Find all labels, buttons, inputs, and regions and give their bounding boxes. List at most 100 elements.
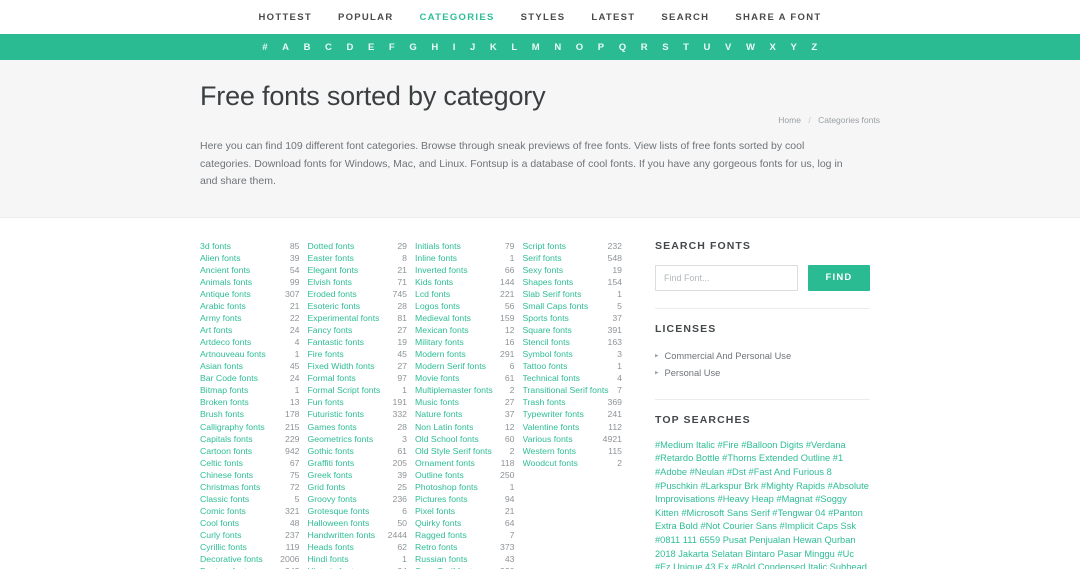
category-link[interactable]: Arabic fonts [200,300,246,312]
alpha-link-x[interactable]: X [763,42,784,53]
alpha-link-e[interactable]: E [361,42,382,53]
category-link[interactable]: Handwritten fonts [308,529,376,541]
category-link[interactable]: Destroy fonts [200,565,251,569]
nav-item-latest[interactable]: LATEST [578,12,648,23]
category-link[interactable]: Shapes fonts [523,276,574,288]
category-link[interactable]: Alien fonts [200,252,241,264]
category-link[interactable]: Old Style Serif fonts [415,445,492,457]
category-link[interactable]: Western fonts [523,445,576,457]
nav-item-share-a-font[interactable]: SHARE A FONT [722,12,834,23]
category-link[interactable]: Dotted fonts [308,240,355,252]
nav-item-popular[interactable]: POPULAR [325,12,407,23]
category-link[interactable]: Bar Code fonts [200,372,258,384]
nav-item-styles[interactable]: STYLES [508,12,579,23]
category-link[interactable]: Easter fonts [308,252,354,264]
category-link[interactable]: Serif fonts [523,252,562,264]
alpha-link-v[interactable]: V [718,42,739,53]
category-link[interactable]: Kids fonts [415,276,453,288]
category-link[interactable]: Fun fonts [308,396,344,408]
category-link[interactable]: Christmas fonts [200,481,260,493]
category-link[interactable]: Initials fonts [415,240,461,252]
alpha-link-hash[interactable]: # [255,42,275,53]
category-link[interactable]: Inline fonts [415,252,457,264]
category-link[interactable]: Woodcut fonts [523,457,578,469]
category-link[interactable]: Music fonts [415,396,459,408]
alpha-link-g[interactable]: G [402,42,424,53]
category-link[interactable]: Old School fonts [415,433,479,445]
category-link[interactable]: Elvish fonts [308,276,352,288]
alpha-link-a[interactable]: A [275,42,296,53]
category-link[interactable]: Army fonts [200,312,242,324]
category-link[interactable]: Elegant fonts [308,264,359,276]
category-link[interactable]: Script fonts [523,240,566,252]
category-link[interactable]: Typewriter fonts [523,408,584,420]
category-link[interactable]: Gothic fonts [308,445,354,457]
category-link[interactable]: Formal fonts [308,372,356,384]
category-link[interactable]: Graffiti fonts [308,457,355,469]
alpha-link-s[interactable]: S [655,42,676,53]
category-link[interactable]: Sans Serif fonts [415,565,476,569]
category-link[interactable]: Art fonts [200,324,232,336]
alpha-link-p[interactable]: P [591,42,612,53]
category-link[interactable]: Sports fonts [523,312,569,324]
nav-item-categories[interactable]: CATEGORIES [407,12,508,23]
category-link[interactable]: Various fonts [523,433,573,445]
category-link[interactable]: Ancient fonts [200,264,250,276]
alpha-link-z[interactable]: Z [804,42,824,53]
category-link[interactable]: Inverted fonts [415,264,468,276]
category-link[interactable]: Grid fonts [308,481,346,493]
category-link[interactable]: Ragged fonts [415,529,467,541]
alpha-link-c[interactable]: C [318,42,339,53]
license-list-item[interactable]: ▸ Commercial And Personal Use [655,348,870,365]
alpha-link-k[interactable]: K [483,42,504,53]
category-link[interactable]: Brush fonts [200,408,244,420]
category-link[interactable]: Grotesque fonts [308,505,370,517]
category-link[interactable]: Futuristic fonts [308,408,365,420]
category-link[interactable]: Quirky fonts [415,517,461,529]
category-link[interactable]: Greek fonts [308,469,353,481]
category-link[interactable]: Modern Serif fonts [415,360,486,372]
category-link[interactable]: Slab Serif fonts [523,288,582,300]
alpha-link-q[interactable]: Q [612,42,634,53]
category-link[interactable]: Asian fonts [200,360,243,372]
search-input[interactable] [655,264,798,291]
category-link[interactable]: Celtic fonts [200,457,243,469]
category-link[interactable]: Comic fonts [200,505,246,517]
category-link[interactable]: Medieval fonts [415,312,471,324]
find-button[interactable]: FIND [808,264,870,291]
category-link[interactable]: Groovy fonts [308,493,357,505]
category-link[interactable]: 3d fonts [200,240,231,252]
category-link[interactable]: Halloween fonts [308,517,370,529]
breadcrumb-home-link[interactable]: Home [778,115,801,125]
alpha-link-i[interactable]: I [446,42,463,53]
category-link[interactable]: Tattoo fonts [523,360,568,372]
alpha-link-u[interactable]: U [697,42,718,53]
category-link[interactable]: Pixel fonts [415,505,455,517]
category-link[interactable]: Eroded fonts [308,288,357,300]
category-link[interactable]: Valentine fonts [523,421,580,433]
top-searches-tag-cloud[interactable]: #Medium Italic #Fire #Balloon Digits #Ve… [655,439,870,569]
category-link[interactable]: Hindi fonts [308,553,349,565]
license-link[interactable]: Commercial And Personal Use [665,348,792,365]
category-link[interactable]: Nature fonts [415,408,462,420]
category-link[interactable]: Antique fonts [200,288,251,300]
category-link[interactable]: Ornament fonts [415,457,475,469]
alpha-link-j[interactable]: J [463,42,483,53]
alpha-link-t[interactable]: T [676,42,696,53]
alpha-link-r[interactable]: R [634,42,655,53]
category-link[interactable]: Square fonts [523,324,572,336]
category-link[interactable]: Modern fonts [415,348,466,360]
alpha-link-o[interactable]: O [569,42,591,53]
category-link[interactable]: Trash fonts [523,396,566,408]
category-link[interactable]: Fancy fonts [308,324,353,336]
alpha-link-m[interactable]: M [525,42,548,53]
category-link[interactable]: Fantastic fonts [308,336,365,348]
category-link[interactable]: Decorative fonts [200,553,263,565]
category-link[interactable]: Transitional Serif fonts [523,384,609,396]
alpha-link-h[interactable]: H [424,42,445,53]
category-link[interactable]: Historic fonts [308,565,358,569]
category-link[interactable]: Sexy fonts [523,264,564,276]
license-list-item[interactable]: ▸ Personal Use [655,365,870,382]
category-link[interactable]: Calligraphy fonts [200,421,265,433]
category-link[interactable]: Technical fonts [523,372,580,384]
